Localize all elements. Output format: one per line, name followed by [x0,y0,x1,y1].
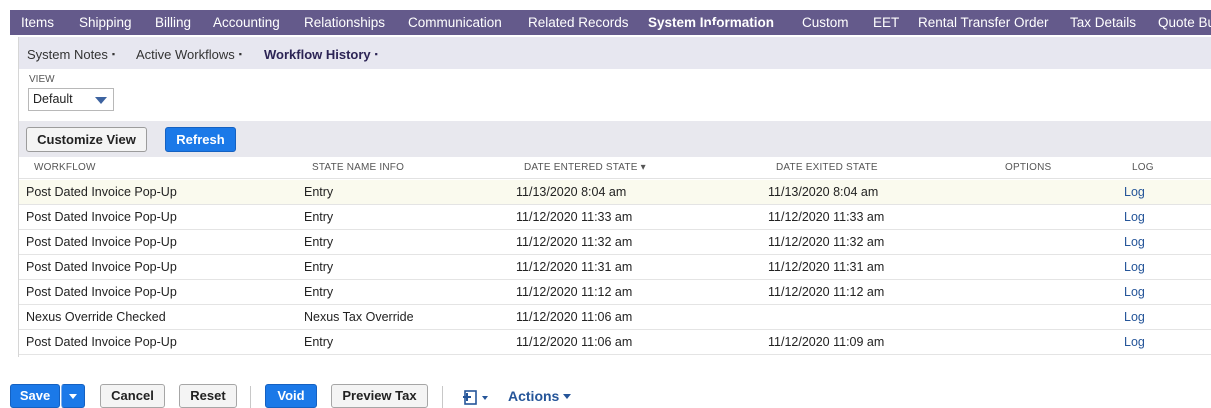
view-label: VIEW [29,74,55,85]
log-link[interactable]: Log [1124,310,1145,324]
cell-exited: 11/12/2020 11:32 am [768,235,885,249]
table-row[interactable]: Post Dated Invoice Pop-Up Entry 11/13/2020… [19,180,1211,205]
log-link[interactable]: Log [1124,185,1145,199]
subtab-active-workflows[interactable]: Active Workflows ▪ [136,47,242,62]
cell-entered: 11/13/2020 8:04 am [516,185,627,199]
list-toolbar: Customize View Refresh [19,121,1211,157]
tab-items[interactable]: Items [21,10,54,35]
record-tab-bar: Items Shipping Billing Accounting Relationsh… [10,10,1211,35]
chevron-down-icon [69,394,77,399]
cell-exited: 11/12/2020 11:09 am [768,335,885,349]
tab-eet[interactable]: EET [873,10,899,35]
log-link[interactable]: Log [1124,235,1145,249]
tab-relationships[interactable]: Relationships [304,10,385,35]
tab-quote-bu[interactable]: Quote Bu [1158,10,1211,35]
view-select[interactable]: Default [28,88,114,111]
preview-tax-button[interactable]: Preview Tax [331,384,428,408]
cell-state: Entry [304,210,334,224]
column-header-date-exited-state[interactable]: DATE EXITED STATE [776,162,878,173]
cell-exited: 11/13/2020 8:04 am [768,185,879,199]
cell-entered: 11/12/2020 11:06 am [516,310,633,324]
cell-exited: 11/12/2020 11:31 am [768,260,885,274]
subtab-bar: System Notes ▪ Active Workflows ▪ Workflow H… [19,37,1211,69]
cell-entered: 11/12/2020 11:12 am [516,285,633,299]
subtab-system-notes[interactable]: System Notes ▪ [27,47,115,62]
tab-custom[interactable]: Custom [802,10,849,35]
subtab-label: System Notes [27,47,108,62]
table-row[interactable]: Post Dated Invoice Pop-Up Entry 11/12/2020… [19,280,1211,305]
column-header-options: OPTIONS [1005,162,1052,173]
subtab-label: Active Workflows [136,47,235,62]
table-row[interactable]: Post Dated Invoice Pop-Up Entry 11/12/2020… [19,230,1211,255]
separator [442,386,443,408]
table-row[interactable]: Post Dated Invoice Pop-Up Entry 11/12/2020… [19,330,1211,355]
cell-workflow: Post Dated Invoice Pop-Up [26,285,177,299]
void-button[interactable]: Void [265,384,317,408]
tab-related-records[interactable]: Related Records [528,10,629,35]
column-header-date-entered-state[interactable]: DATE ENTERED STATE ▾ [524,162,646,173]
cell-workflow: Post Dated Invoice Pop-Up [26,185,177,199]
print-icon[interactable] [462,387,494,407]
subtab-label: Workflow History [264,47,371,62]
cell-state: Entry [304,260,334,274]
column-header-state-name-info[interactable]: STATE NAME INFO [312,162,404,173]
cell-entered: 11/12/2020 11:31 am [516,260,633,274]
log-link[interactable]: Log [1124,260,1145,274]
cell-state: Nexus Tax Override [304,310,414,324]
save-button[interactable]: Save [10,384,60,408]
table-row[interactable]: Nexus Override Checked Nexus Tax Override… [19,305,1211,330]
cell-entered: 11/12/2020 11:32 am [516,235,633,249]
cell-entered: 11/12/2020 11:33 am [516,210,633,224]
cancel-button[interactable]: Cancel [100,384,165,408]
subtab-workflow-history[interactable]: Workflow History ▪ [264,47,378,62]
actions-label: Actions [508,388,560,404]
refresh-button[interactable]: Refresh [165,127,236,152]
log-link[interactable]: Log [1124,335,1145,349]
table-row[interactable]: Post Dated Invoice Pop-Up Entry 11/12/2020… [19,255,1211,280]
cell-exited: 11/12/2020 11:33 am [768,210,885,224]
tab-accounting[interactable]: Accounting [213,10,280,35]
log-link[interactable]: Log [1124,210,1145,224]
column-header-log: LOG [1132,162,1154,173]
save-menu-button[interactable] [61,384,85,408]
tab-billing[interactable]: Billing [155,10,191,35]
cell-state: Entry [304,285,334,299]
subtab-marker: ▪ [111,49,116,59]
cell-workflow: Nexus Override Checked [26,310,166,324]
tab-tax-details[interactable]: Tax Details [1070,10,1136,35]
customize-view-button[interactable]: Customize View [26,127,147,152]
separator [250,386,251,408]
workflow-history-panel: System Notes ▪ Active Workflows ▪ Workflow H… [18,37,1211,357]
reset-button[interactable]: Reset [179,384,237,408]
view-select-value: Default [33,92,73,106]
cell-state: Entry [304,335,334,349]
tab-rental-transfer-order[interactable]: Rental Transfer Order [918,10,1049,35]
cell-state: Entry [304,185,334,199]
tab-system-information[interactable]: System Information [648,10,774,35]
cell-state: Entry [304,235,334,249]
table-row[interactable]: Post Dated Invoice Pop-Up Entry 11/12/2020… [19,205,1211,230]
cell-entered: 11/12/2020 11:06 am [516,335,633,349]
chevron-down-icon [95,97,107,104]
cell-exited: 11/12/2020 11:12 am [768,285,885,299]
tab-communication[interactable]: Communication [408,10,502,35]
tab-shipping[interactable]: Shipping [79,10,132,35]
column-header-workflow[interactable]: WORKFLOW [34,162,96,173]
active-tab-caret [707,25,719,31]
cell-workflow: Post Dated Invoice Pop-Up [26,235,177,249]
table-header: WORKFLOW STATE NAME INFO DATE ENTERED ST… [19,157,1211,179]
subtab-marker: ▪ [238,49,242,59]
chevron-down-icon [563,394,572,399]
cell-workflow: Post Dated Invoice Pop-Up [26,335,177,349]
log-link[interactable]: Log [1124,285,1145,299]
cell-workflow: Post Dated Invoice Pop-Up [26,260,177,274]
cell-workflow: Post Dated Invoice Pop-Up [26,210,177,224]
subtab-marker: ▪ [374,49,378,59]
actions-menu[interactable]: Actions [508,388,572,404]
